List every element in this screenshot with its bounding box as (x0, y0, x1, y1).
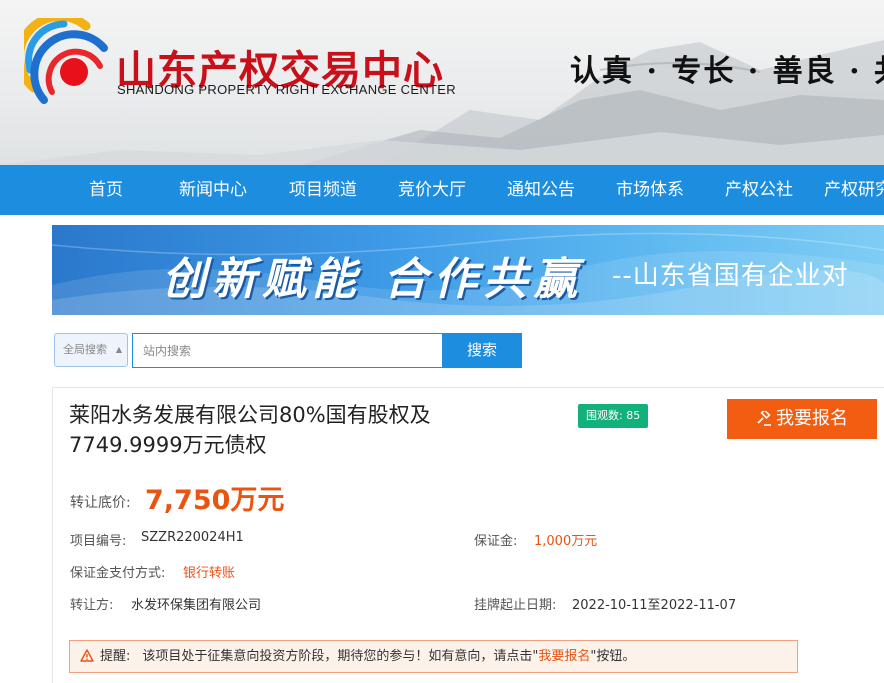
payment-method-label: 保证金支付方式: (70, 566, 166, 581)
project-title: 莱阳水务发展有限公司80%国有股权及7749.9999万元债权 (69, 403, 431, 457)
nav-item-community[interactable]: 产权公社 (725, 165, 793, 215)
main-nav: 首页 新闻中心 项目频道 竞价大厅 通知公告 市场体系 产权公社 产权研究 (0, 165, 884, 215)
project-card: 莱阳水务发展有限公司80%国有股权及7749.9999万元债权 围观数: 85 … (52, 387, 884, 683)
project-no-value: SZZR220024H1 (141, 530, 244, 545)
notice-text-before: 该项目处于征集意向投资方阶段，期待您的参与！如有意向，请点击" (142, 649, 539, 664)
nav-item-home[interactable]: 首页 (89, 165, 123, 215)
gavel-icon (757, 411, 771, 426)
notice-text-after: "按钮。 (590, 649, 636, 664)
signup-label: 我要报名 (776, 408, 848, 429)
nav-item-research[interactable]: 产权研究 (824, 165, 884, 215)
listing-date-label: 挂牌起止日期: (474, 598, 557, 613)
notice-box: 提醒: 该项目处于征集意向投资方阶段，期待您的参与！如有意向，请点击"我要报名"按… (69, 640, 798, 673)
project-no-label: 项目编号: (70, 534, 127, 549)
header-slogan: 认真 · 专长 · 善良 · 共 (570, 54, 884, 89)
transferor-value: 水发环保集团有限公司 (131, 598, 262, 613)
nav-item-market[interactable]: 市场体系 (616, 165, 684, 215)
search-scope-label: 全局搜索 (63, 343, 107, 356)
signup-button[interactable]: 我要报名 (727, 399, 877, 439)
logo-english-name: SHANDONG PROPERTY RIGHT EXCHANGE CENTER (117, 82, 456, 97)
price-value: 7,750万元 (145, 485, 285, 516)
views-badge: 围观数: 85 (578, 404, 649, 428)
warning-icon (80, 648, 94, 662)
search-input[interactable] (132, 333, 442, 368)
search-scope-select[interactable]: 全局搜索 ▲ (54, 333, 128, 367)
transferor-label: 转让方: (70, 598, 114, 613)
deposit-label: 保证金: (474, 534, 518, 549)
nav-item-news[interactable]: 新闻中心 (179, 165, 247, 215)
payment-method-value: 银行转账 (183, 566, 236, 581)
views-label: 围观数: (586, 409, 623, 422)
price-label: 转让底价: (70, 495, 131, 511)
deposit-value: 1,000万元 (534, 534, 598, 549)
banner-calligraphy: 创新赋能 合作共赢 (162, 254, 584, 305)
site-header: 山东产权交易中心 SHANDONG PROPERTY RIGHT EXCHANG… (0, 0, 884, 165)
search-button[interactable]: 搜索 (442, 333, 522, 368)
logo-icon[interactable] (15, 12, 112, 106)
chevron-updown-icon: ▲ (115, 345, 122, 354)
listing-date-value: 2022-10-11至2022-11-07 (572, 598, 737, 613)
views-count: 85 (626, 409, 641, 422)
nav-item-notices[interactable]: 通知公告 (507, 165, 575, 215)
nav-item-projects[interactable]: 项目频道 (289, 165, 357, 215)
notice-signup-link[interactable]: 我要报名 (538, 649, 590, 664)
promo-banner[interactable]: 创新赋能 合作共赢 --山东省国有企业对 (52, 225, 884, 315)
notice-label: 提醒: (100, 649, 131, 664)
nav-item-bidding[interactable]: 竞价大厅 (398, 165, 466, 215)
banner-subtitle: --山东省国有企业对 (612, 261, 849, 291)
